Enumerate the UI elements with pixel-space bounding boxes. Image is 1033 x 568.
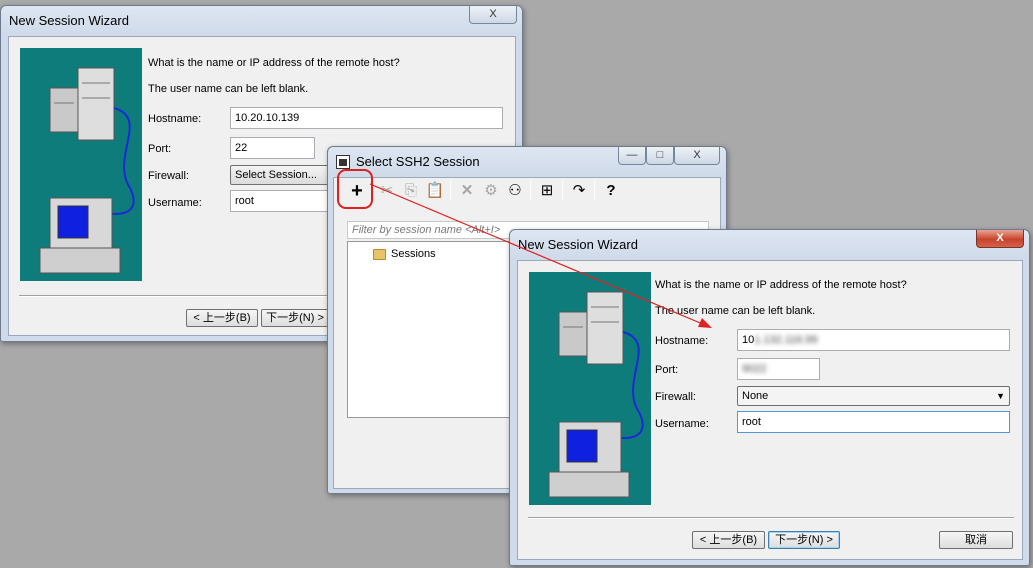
port-value-redacted: 9022 [742,363,767,375]
back-button[interactable]: < 上一步(B) [692,531,765,549]
toolbar-separator [562,181,563,201]
divider [528,517,1014,519]
plus-icon[interactable]: + [346,180,368,202]
tree-item-sessions[interactable]: Sessions [391,248,436,260]
hostname-field[interactable]: 10.20.10.139 [230,107,503,129]
next-button[interactable]: 下一步(N) > [768,531,840,549]
username-label: Username: [655,418,709,430]
hostname-value-redacted: 1.132.116.99 [754,334,818,346]
window-title: New Session Wizard [518,237,638,252]
hostname-field[interactable]: 101.132.116.99 [737,329,1010,351]
window-app-icon [336,155,350,169]
chevron-down-icon: ▼ [996,391,1005,401]
title-bar[interactable]: New Session Wizard [1,6,522,36]
port-label: Port: [655,364,679,376]
cancel-button[interactable]: 取消 [939,531,1013,549]
wizard-client-area: What is the name or IP address of the re… [517,260,1023,560]
port-label: Port: [148,143,172,155]
help-icon[interactable]: ? [600,180,622,202]
share-icon[interactable]: ↷ [568,180,590,202]
copy-icon[interactable]: ⎘ [400,180,422,202]
firewall-select[interactable]: None ▼ [737,386,1010,406]
cut-icon[interactable]: ✂ [376,180,398,202]
toolbar-separator [450,181,451,201]
delete-icon[interactable]: ✕ [456,180,478,202]
username-field[interactable]: root [737,411,1010,433]
back-button[interactable]: < 上一步(B) [186,309,258,327]
new-folder-icon[interactable]: ⊞ [536,180,558,202]
prompt-line-2: The user name can be left blank. [655,305,816,317]
hostname-label: Hostname: [148,113,202,125]
network-illustration [529,272,651,505]
title-bar[interactable]: New Session Wizard [510,230,1029,260]
divider [19,295,329,297]
close-icon: X [489,8,497,20]
prompt-line-2: The user name can be left blank. [148,83,309,95]
hostname-label: Hostname: [655,335,709,347]
port-field[interactable]: 9022 [737,358,820,380]
username-field[interactable]: root [230,190,330,212]
firewall-select[interactable]: Select Session... [230,165,330,185]
folder-icon [373,249,386,260]
network-illustration [20,48,142,281]
window-title: New Session Wizard [9,13,129,28]
close-button[interactable]: X [674,147,720,165]
minimize-icon: — [626,149,638,161]
close-button[interactable]: X [976,230,1024,248]
port-field[interactable]: 22 [230,137,315,159]
servers-computer-icon [39,67,135,274]
next-button[interactable]: 下一步(N) > [261,309,329,327]
firewall-label: Firewall: [655,391,696,403]
toolbar-separator [530,181,531,201]
paste-icon[interactable]: 📋 [424,180,446,202]
close-icon: X [996,232,1004,244]
prompt-line-1: What is the name or IP address of the re… [148,57,400,69]
maximize-button[interactable]: □ [646,147,674,165]
gear-icon[interactable]: ⚙ [480,180,502,202]
servers-computer-icon [548,291,644,498]
window-title: Select SSH2 Session [356,154,480,169]
firewall-label: Firewall: [148,170,189,182]
close-icon: X [693,149,701,161]
close-button[interactable]: X [469,6,517,24]
toolbar-separator [594,181,595,201]
username-label: Username: [148,197,202,209]
maximize-icon: □ [656,149,664,161]
session-toolbar: + ✂ ⎘ 📋 ✕ ⚙ ⚇ ⊞ ↷ ? [334,178,720,204]
binoculars-icon[interactable]: ⚇ [504,180,526,202]
prompt-line-1: What is the name or IP address of the re… [655,279,907,291]
wizard-window-front: New Session Wizard X What is the name or… [509,229,1030,566]
minimize-button[interactable]: — [618,147,646,165]
firewall-value: Select Session... [235,169,317,181]
firewall-value: None [742,390,769,402]
hostname-value: 10 [742,334,755,346]
